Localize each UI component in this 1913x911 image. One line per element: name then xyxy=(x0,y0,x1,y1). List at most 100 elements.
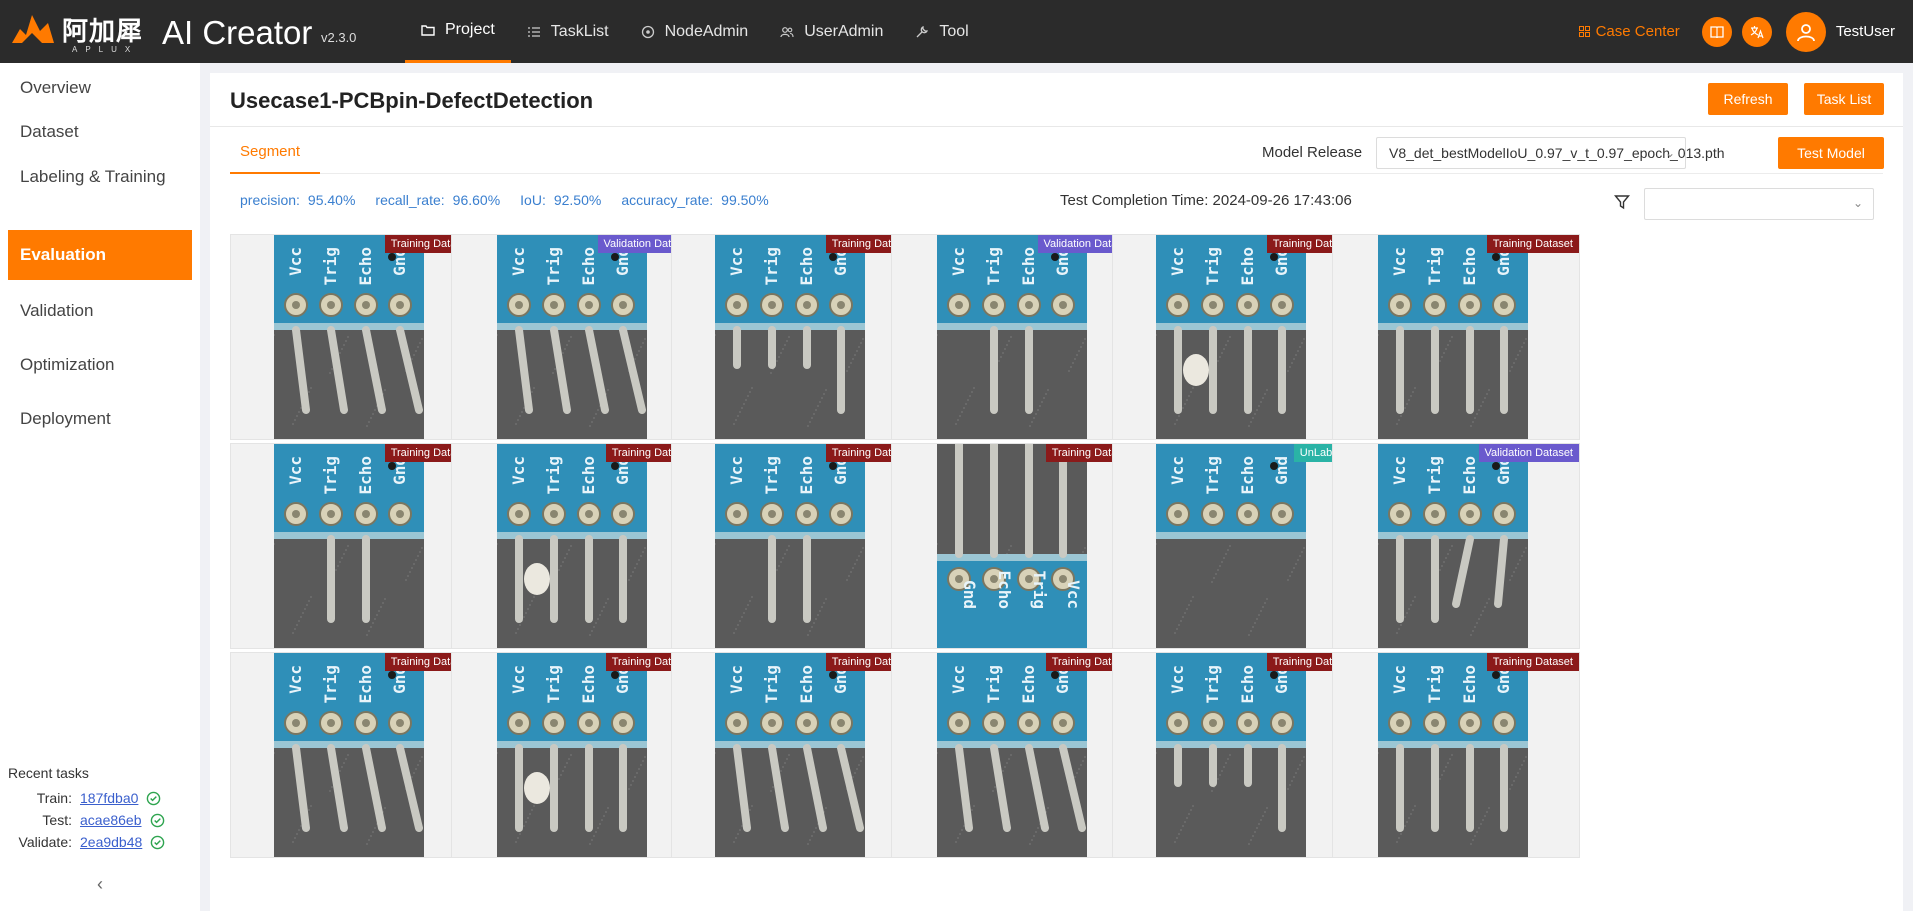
image-thumbnail[interactable]: Vcc Trig Echo Gnd UnLabeled xyxy=(1112,443,1360,649)
svg-text:Vcc: Vcc xyxy=(1168,247,1187,276)
image-thumbnail[interactable]: Vcc Trig Echo Gnd Training Dataset xyxy=(671,652,919,858)
image-card[interactable]: VccTrigEchoGndTraining Datasetimages_013… xyxy=(671,234,919,470)
recent-test-link[interactable]: acae86eb xyxy=(80,812,142,828)
sidebar-item-overview[interactable]: Overview xyxy=(8,63,192,113)
image-thumbnail[interactable]: Vcc Trig Echo Gnd Training Dataset xyxy=(451,652,699,858)
image-card[interactable]: VccTrigEchoGndUnLabeledimages_049-26-54-… xyxy=(1112,443,1360,679)
image-card[interactable]: Vcc Trig Echo Gnd Training Dataset xyxy=(891,652,1139,888)
sidebar-item-dataset[interactable]: Dataset xyxy=(8,107,192,157)
image-card[interactable]: Vcc Trig Echo Gnd Training Dataset xyxy=(1332,652,1580,888)
pcb-image: Vcc Trig Echo Gnd xyxy=(937,235,1087,439)
image-card[interactable]: Vcc Trig Echo Gnd Training Dataset xyxy=(671,652,919,888)
task-list-button[interactable]: Task List xyxy=(1804,83,1884,115)
folder-icon xyxy=(421,23,435,37)
filter-icon[interactable] xyxy=(1614,194,1630,210)
sidebar-item-validation[interactable]: Validation xyxy=(8,286,192,336)
nav-nodeadmin[interactable]: NodeAdmin xyxy=(625,0,765,63)
svg-text:Vcc: Vcc xyxy=(286,456,305,485)
sidebar-item-deployment[interactable]: Deployment xyxy=(8,394,192,444)
pcb-image: Vcc Trig Echo Gnd xyxy=(274,235,424,439)
svg-text:Vcc: Vcc xyxy=(949,665,968,694)
sidebar: Overview Dataset Labeling & Training Eva… xyxy=(0,63,200,911)
check-circle-icon xyxy=(151,835,165,849)
image-card[interactable]: VccTrigEchoGndTraining Datasetimages_011… xyxy=(230,234,478,470)
image-card[interactable]: VccTrigEchoGndTraining Datasetimages_068… xyxy=(1112,234,1360,470)
nav-tool[interactable]: Tool xyxy=(899,0,984,63)
recent-test-row: Test: acae86eb xyxy=(8,809,192,831)
image-thumbnail[interactable]: Vcc Trig Echo Gnd Validation Dataset xyxy=(891,234,1139,440)
image-card[interactable]: Vcc Trig Echo Gnd Training Dataset xyxy=(1112,652,1360,888)
svg-text:Echo: Echo xyxy=(797,456,816,495)
metric-label: accuracy_rate: xyxy=(621,192,714,208)
pcb-image: Vcc Trig Echo Gnd xyxy=(715,444,865,648)
sidebar-item-evaluation[interactable]: Evaluation xyxy=(8,230,192,280)
svg-text:Echo: Echo xyxy=(356,456,375,495)
pcb-image: Vcc Trig Echo Gnd xyxy=(274,444,424,648)
svg-text:Trig: Trig xyxy=(762,665,781,704)
svg-text:Vcc: Vcc xyxy=(1390,247,1409,276)
image-thumbnail[interactable]: Vcc Trig Echo Gnd Validation Dataset xyxy=(1332,443,1580,649)
test-model-button[interactable]: Test Model xyxy=(1778,137,1884,169)
top-right-tools: Case Center TestUser xyxy=(1578,0,1895,63)
main-panel: Usecase1-PCBpin-DefectDetection Refresh … xyxy=(210,73,1903,911)
case-center-link[interactable]: Case Center xyxy=(1578,23,1680,40)
model-release-select[interactable]: V8_det_bestModelIoU_0.97_v_t_0.97_epoch_… xyxy=(1376,137,1725,169)
image-thumbnail[interactable]: Gnd Echo Trig Vcc Training Dataset xyxy=(891,443,1139,649)
image-thumbnail[interactable]: Vcc Trig Echo Gnd Training Dataset xyxy=(230,652,478,858)
nav-project[interactable]: Project xyxy=(405,0,511,63)
pcb-image: Vcc Trig Echo Gnd xyxy=(1156,653,1306,857)
nav-tasklist[interactable]: TaskList xyxy=(511,0,625,63)
metric-value: 99.50% xyxy=(721,192,769,208)
image-card[interactable]: VccTrigEchoGndValidation Datasetimages_0… xyxy=(1332,443,1580,679)
title-row: Usecase1-PCBpin-DefectDetection Refresh … xyxy=(210,73,1903,127)
metrics-row: precision: 95.40% recall_rate: 96.60% IoU:… xyxy=(240,192,789,208)
username[interactable]: TestUser xyxy=(1836,23,1895,40)
image-thumbnail[interactable]: Vcc Trig Echo Gnd Training Dataset xyxy=(1112,234,1360,440)
image-card[interactable]: VccTrigEchoGndTraining Datasetimages_030… xyxy=(451,443,699,679)
nav-useradmin[interactable]: UserAdmin xyxy=(764,0,899,63)
image-thumbnail[interactable]: Vcc Trig Echo Gnd Training Dataset xyxy=(230,234,478,440)
recent-label: Train: xyxy=(36,790,72,806)
filter-select[interactable]: ⌄ xyxy=(1644,188,1874,220)
svg-text:Trig: Trig xyxy=(1030,570,1049,609)
book-button[interactable] xyxy=(1701,16,1732,47)
nav-label: UserAdmin xyxy=(804,22,884,40)
node-icon xyxy=(641,25,655,39)
svg-text:Gnd: Gnd xyxy=(960,580,979,609)
tab-segment[interactable]: Segment xyxy=(240,143,300,160)
image-thumbnail[interactable]: Vcc Trig Echo Gnd Training Dataset xyxy=(1112,652,1360,858)
image-card[interactable]: VccTrigEchoGndTraining Datasetimages_058… xyxy=(1332,234,1580,470)
recent-train-link[interactable]: 187fdba0 xyxy=(80,790,138,806)
dataset-badge: Training Dataset xyxy=(1486,235,1579,253)
sidebar-item-labeling-training[interactable]: Labeling & Training xyxy=(8,152,192,202)
collapse-sidebar-icon[interactable]: ‹ xyxy=(92,875,108,893)
sidebar-item-optimization[interactable]: Optimization xyxy=(8,340,192,390)
image-card[interactable]: VccTrigEchoGndValidation Datasetimages_0… xyxy=(891,234,1139,470)
image-card[interactable]: Vcc Trig Echo Gnd Training Dataset xyxy=(451,652,699,888)
recent-validate-link[interactable]: 2ea9db48 xyxy=(80,834,142,850)
svg-text:Vcc: Vcc xyxy=(727,247,746,276)
test-completion-time: Test Completion Time: 2024-09-26 17:43:0… xyxy=(1060,192,1352,209)
aplux-logo[interactable]: 阿加犀 APLUX xyxy=(10,8,143,56)
image-thumbnail[interactable]: Vcc Trig Echo Gnd Training Dataset xyxy=(451,443,699,649)
image-thumbnail[interactable]: Vcc Trig Echo Gnd Training Dataset xyxy=(1332,652,1580,858)
image-card[interactable]: VccTrigEchoGndValidation Datasetimages_0… xyxy=(451,234,699,470)
image-thumbnail[interactable]: Vcc Trig Echo Gnd Training Dataset xyxy=(230,443,478,649)
refresh-button[interactable]: Refresh xyxy=(1708,83,1788,115)
avatar[interactable] xyxy=(1785,11,1826,52)
image-card[interactable]: GndEchoTrigVccTraining Datasetimages_082… xyxy=(891,443,1139,679)
svg-text:Echo: Echo xyxy=(1460,665,1479,704)
svg-text:Trig: Trig xyxy=(321,247,340,286)
image-thumbnail[interactable]: Vcc Trig Echo Gnd Training Dataset xyxy=(1332,234,1580,440)
svg-text:Trig: Trig xyxy=(321,456,340,495)
image-thumbnail[interactable]: Vcc Trig Echo Gnd Validation Dataset xyxy=(451,234,699,440)
image-thumbnail[interactable]: Vcc Trig Echo Gnd Training Dataset xyxy=(671,234,919,440)
image-card[interactable]: VccTrigEchoGndTraining Datasetimages_052… xyxy=(671,443,919,679)
nav-label: TaskList xyxy=(550,22,609,40)
image-card[interactable]: Vcc Trig Echo Gnd Training Dataset xyxy=(230,652,478,888)
language-button[interactable] xyxy=(1741,16,1772,47)
dataset-badge: Validation Dataset xyxy=(1478,444,1579,462)
image-card[interactable]: VccTrigEchoGndTraining Datasetimages_057… xyxy=(230,443,478,679)
image-thumbnail[interactable]: Vcc Trig Echo Gnd Training Dataset xyxy=(671,443,919,649)
image-thumbnail[interactable]: Vcc Trig Echo Gnd Training Dataset xyxy=(891,652,1139,858)
